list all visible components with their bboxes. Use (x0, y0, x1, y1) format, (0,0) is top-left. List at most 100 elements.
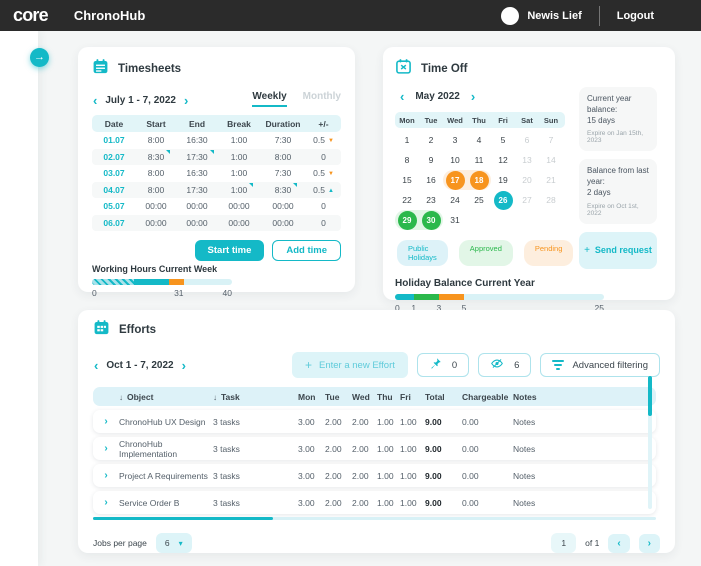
timesheet-break: 00:00 (228, 201, 250, 212)
calendar-day[interactable]: 2 (419, 130, 443, 150)
advanced-filtering-button[interactable]: Advanced filtering (540, 353, 660, 377)
legend-chip-approved: Approved (458, 240, 513, 266)
calendar-day[interactable]: 13 (515, 150, 539, 170)
calendar-day[interactable]: 21 (539, 170, 563, 190)
timesheet-row[interactable]: 03.07 8:00 16:30 1:00 7:30 0.5 ▼ (92, 165, 341, 182)
sidebar-expand-button[interactable]: → (30, 48, 49, 67)
timesheets-date-nav: ‹ July 1 - 7, 2022 › (92, 94, 189, 107)
calendar-day-approved: 29 (397, 210, 417, 230)
effort-day-value: 3.00 (298, 497, 315, 508)
avatar[interactable] (501, 6, 520, 25)
plus-icon: + (304, 358, 312, 372)
working-hours-ticks: 0 31 40 (92, 288, 232, 299)
effort-notes[interactable]: Notes (513, 417, 656, 427)
calendar-day[interactable]: 12 (491, 150, 515, 170)
expand-row-icon[interactable]: › (93, 443, 119, 454)
calendar-day[interactable]: 26 (491, 190, 515, 210)
enter-new-effort-button[interactable]: + Enter a new Effort (291, 352, 408, 378)
calendar-day[interactable]: 9 (419, 150, 443, 170)
calendar-day-holiday: 26 (493, 190, 513, 210)
calendar-day[interactable]: 22 (395, 190, 419, 210)
expand-row-icon[interactable]: › (93, 470, 119, 481)
balance-value: 15 days (587, 115, 616, 125)
expand-row-icon[interactable]: › (93, 497, 119, 508)
chevron-left-icon[interactable]: ‹ (399, 90, 405, 103)
timesheet-row[interactable]: 02.07 8:30 17:30 1:00 8:00 0 (92, 148, 341, 165)
current-page-box[interactable]: 1 (551, 533, 577, 553)
calendar-day[interactable]: 5 (491, 130, 515, 150)
expand-row-icon[interactable]: › (93, 416, 119, 427)
calendar-day[interactable]: 11 (467, 150, 491, 170)
chevron-left-icon[interactable]: ‹ (93, 359, 99, 372)
hidden-counter-button[interactable]: 6 (478, 353, 532, 377)
effort-notes[interactable]: Notes (513, 498, 656, 508)
send-request-button[interactable]: + Send request (579, 231, 657, 269)
calendar-day[interactable]: 30 (419, 210, 443, 230)
add-time-button[interactable]: Add time (272, 240, 341, 261)
app-title: ChronoHub (73, 8, 146, 23)
chevron-left-icon[interactable]: ‹ (92, 94, 98, 107)
effort-object: ChronoHub Implementation (119, 438, 178, 459)
next-page-button[interactable]: › (638, 533, 660, 553)
timesheet-duration: 00:00 (272, 201, 294, 212)
calendar-day[interactable]: 10 (443, 150, 467, 170)
calendar-day[interactable]: 19 (491, 170, 515, 190)
balance-title: Current year balance: (587, 94, 632, 114)
start-time-button[interactable]: Start time (194, 240, 265, 261)
timesheet-row[interactable]: 01.07 8:00 16:30 1:00 7:30 0.5 ▼ (92, 132, 341, 149)
effort-notes[interactable]: Notes (513, 444, 656, 454)
column-notes: Notes (513, 391, 537, 402)
timesheet-row[interactable]: 05.07 00:00 00:00 00:00 00:00 0 (92, 198, 341, 215)
chevron-right-icon[interactable]: › (183, 94, 189, 107)
horizontal-scrollbar[interactable] (93, 517, 656, 520)
timesheet-end: 17:30 (186, 184, 208, 195)
effort-row[interactable]: › Service Order B 3 tasks 3.00 2.00 2.00 1.0… (93, 491, 656, 514)
timesheet-row[interactable]: 04.07 8:00 17:30 1:00 8:30 0.5 ▲ (92, 181, 341, 198)
calendar-day[interactable]: 29 (395, 210, 419, 230)
calendar-day[interactable]: 16 (419, 170, 443, 190)
effort-notes[interactable]: Notes (513, 471, 656, 481)
calendar-day[interactable]: 23 (419, 190, 443, 210)
timesheet-date: 04.07 (103, 184, 125, 195)
bar-segment-orange (438, 293, 464, 300)
pinned-counter-button[interactable]: 0 (416, 353, 470, 377)
tab-monthly[interactable]: Monthly (303, 91, 341, 107)
page-of-label: of 1 (585, 538, 600, 548)
effort-row[interactable]: › ChronoHub Implementation 3 tasks 3.00 2.… (93, 437, 656, 460)
calendar-day[interactable]: 25 (467, 190, 491, 210)
calendar-day[interactable]: 31 (443, 210, 467, 230)
chevron-right-icon[interactable]: › (470, 90, 476, 103)
calendar-day[interactable]: 27 (515, 190, 539, 210)
calendar-day[interactable]: 28 (539, 190, 563, 210)
calendar-day[interactable]: 3 (443, 130, 467, 150)
logout-button[interactable]: Logout (617, 10, 654, 22)
calendar-day[interactable]: 20 (515, 170, 539, 190)
balance-boxes: Current year balance: 15 days Expire on … (579, 87, 657, 224)
calendar-day[interactable]: 8 (395, 150, 419, 170)
column-task[interactable]: ↓ Task (213, 392, 298, 402)
calendar-day[interactable]: 4 (467, 130, 491, 150)
tab-weekly[interactable]: Weekly (252, 91, 287, 107)
calendar-day[interactable]: 15 (395, 170, 419, 190)
prev-page-button[interactable]: ‹ (608, 533, 630, 553)
calendar-day[interactable]: 17 (443, 170, 467, 190)
timesheet-delta: 0.5 ▼ (313, 135, 334, 146)
calendar-day[interactable]: 24 (443, 190, 467, 210)
chevron-right-icon[interactable]: › (181, 359, 187, 372)
effort-row[interactable]: › ChronoHub UX Design 3 tasks 3.00 2.00 2.0… (93, 410, 656, 433)
weekday-label: Wed (447, 115, 463, 125)
calendar-day[interactable]: 18 (467, 170, 491, 190)
calendar-day[interactable]: 14 (539, 150, 563, 170)
calendar-day[interactable]: 7 (539, 130, 563, 150)
calendar-day[interactable]: 6 (515, 130, 539, 150)
timesheet-start: 8:00 (147, 184, 165, 195)
timesheet-row[interactable]: 06.07 00:00 00:00 00:00 00:00 0 (92, 214, 341, 231)
effort-day-value: 2.00 (352, 497, 369, 508)
timesheets-calendar-icon (92, 58, 109, 80)
column-object[interactable]: ↓ Object (119, 392, 213, 402)
vertical-scrollbar[interactable] (648, 376, 652, 509)
effort-row[interactable]: › Project A Requirements 3 tasks 3.00 2.00… (93, 464, 656, 487)
calendar-day[interactable]: 1 (395, 130, 419, 150)
jobs-per-page-select[interactable]: 6 ▾ (155, 533, 192, 553)
effort-day-value: 1.00 (400, 497, 417, 508)
